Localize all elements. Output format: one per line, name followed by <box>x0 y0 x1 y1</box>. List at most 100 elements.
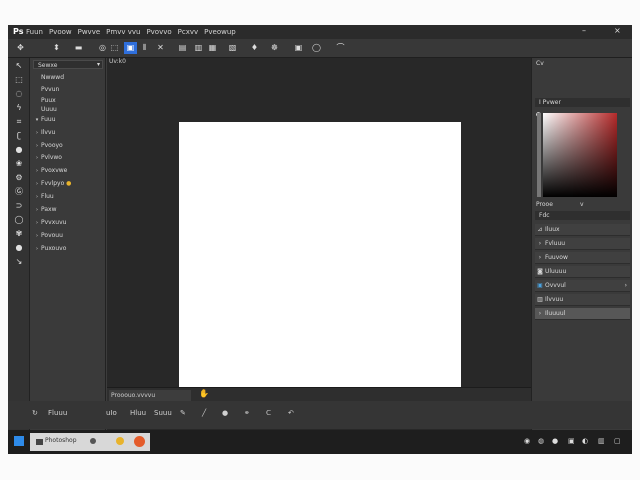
color-mode-value: v <box>580 201 584 208</box>
layer-row[interactable]: ◙ Uluuuu <box>535 266 630 278</box>
globe-icon[interactable]: ◉ <box>524 437 530 445</box>
align-left-icon[interactable]: ▬ <box>72 42 85 54</box>
align-bottom-icon[interactable]: ▦ <box>206 42 219 54</box>
history-icon[interactable]: Ⓖ <box>11 186 27 198</box>
list-item[interactable]: › Puxouvo <box>33 243 103 254</box>
move-tool-icon[interactable]: ✥ <box>14 42 27 54</box>
layer-row[interactable]: › Fuuvow <box>535 252 630 264</box>
bottom-tool[interactable]: uIo <box>106 409 117 417</box>
camera-icon[interactable]: ▣ <box>292 42 305 54</box>
brush-icon[interactable]: ❀ <box>11 158 27 170</box>
marquee-icon[interactable]: ⬚ <box>11 74 27 86</box>
list-item[interactable]: › Fluu <box>33 191 103 202</box>
orbit-icon[interactable]: ◯ <box>310 42 323 54</box>
app-icon[interactable] <box>116 437 124 445</box>
lasso-icon[interactable]: ◌ <box>11 88 27 100</box>
arrange-icon[interactable]: ✕ <box>154 42 167 54</box>
hand-icon[interactable]: ✋ <box>199 389 209 398</box>
list-item[interactable]: › Pvooyo <box>33 140 103 151</box>
align-center-icon[interactable]: ▣ <box>124 42 137 54</box>
crop-icon[interactable]: ⌗ <box>11 116 27 128</box>
list-item[interactable]: › Pvoxvwe <box>33 165 103 176</box>
loop-icon[interactable]: ↻ <box>32 409 38 417</box>
dodge-icon[interactable]: ● <box>11 242 27 254</box>
slide-icon[interactable]: ⌒ <box>334 42 347 54</box>
align-middle-icon[interactable]: ▥ <box>192 42 205 54</box>
list-item[interactable]: › Pvvxuvu <box>33 217 103 228</box>
canvas-area[interactable]: Uv:k0 Prooouo.vvvvu ✋ <box>107 58 531 430</box>
notification-icon[interactable]: ▢ <box>614 437 621 445</box>
healing-icon[interactable]: ● <box>11 144 27 156</box>
list-item[interactable]: › Paxw <box>33 204 103 215</box>
menu-item[interactable]: Pmvv vvu <box>106 28 140 36</box>
layer-row[interactable]: ⊿ Iluux <box>535 224 630 236</box>
panel-search[interactable]: Sewxe ▾ <box>33 60 103 69</box>
menu-item[interactable]: Pveowup <box>204 28 236 36</box>
list-item[interactable]: › Povouu <box>33 230 103 241</box>
move-icon[interactable]: ↖ <box>11 60 27 72</box>
bottom-tool[interactable]: Fluuu <box>48 409 67 417</box>
zoom-readout[interactable]: Prooouo.vvvvu <box>109 390 191 401</box>
gradient-icon[interactable]: ◯ <box>11 214 27 226</box>
list-item[interactable]: ▾ Fuuu <box>33 114 103 125</box>
align-top-icon[interactable]: ▤ <box>176 42 189 54</box>
speaker-icon[interactable]: ◍ <box>538 437 544 445</box>
eraser-icon[interactable]: ⊃ <box>11 200 27 212</box>
artboard[interactable] <box>179 122 461 390</box>
menu-item[interactable]: Pwvve <box>78 28 101 36</box>
color-tab[interactable]: I Pvwer <box>535 98 630 107</box>
link-icon[interactable]: ⚭ <box>244 409 250 417</box>
list-item[interactable]: Pvvun <box>33 84 103 95</box>
minimize-button[interactable]: – <box>582 26 586 35</box>
blur-icon[interactable]: ✾ <box>11 228 27 240</box>
menu-item[interactable]: Fuun <box>26 28 43 36</box>
color-field[interactable] <box>543 113 617 197</box>
auto-select-icon[interactable]: ⬍ <box>50 42 63 54</box>
list-item[interactable]: › Ilvvu <box>33 127 103 138</box>
layer-icon: ⊿ <box>537 226 543 233</box>
app-icon[interactable] <box>90 438 96 444</box>
document-tab[interactable]: Uv:k0 <box>109 58 126 65</box>
hand-icon[interactable]: ᑕ <box>266 409 271 417</box>
start-icon[interactable] <box>14 436 24 446</box>
taskbar-app-label: Photoshop <box>45 437 77 444</box>
menu-item[interactable]: Pvovvo <box>146 28 171 36</box>
bottom-tool[interactable]: Hluu <box>130 409 146 417</box>
close-button[interactable]: × <box>614 26 621 35</box>
swatches-tab[interactable]: Fdc <box>535 211 630 220</box>
list-item[interactable]: › Fvvlpyo ● <box>33 178 103 189</box>
quick-select-icon[interactable]: ϟ <box>11 102 27 114</box>
layer-row[interactable]: ▥ Ilvvuu <box>535 294 630 306</box>
clone-icon[interactable]: ⚙ <box>11 172 27 184</box>
link-icon[interactable]: ♦ <box>248 42 261 54</box>
bottom-tool[interactable]: Suuu <box>154 409 172 417</box>
hue-slider[interactable] <box>537 113 541 197</box>
pen-icon[interactable]: ↘ <box>11 256 27 268</box>
layer-row[interactable]: ▣ Ovvvul › <box>535 280 630 292</box>
panel-search-placeholder: Sewxe <box>38 62 58 69</box>
taskbar: Photoshop ◉ ◍ ● ▣ ◐ ▥ ▢ <box>8 430 632 454</box>
eyedropper-icon[interactable]: ʗ <box>11 130 27 142</box>
taskbar-app-button[interactable]: Photoshop <box>30 433 150 451</box>
brush-icon[interactable]: ✎ <box>180 409 186 417</box>
lasso-icon[interactable]: ↶ <box>288 409 294 417</box>
dot-icon[interactable]: ● <box>222 409 228 417</box>
browser-icon[interactable] <box>134 436 145 447</box>
list-item[interactable]: › Pvlvwo <box>33 152 103 163</box>
menu-item[interactable]: Pcxvv <box>178 28 199 36</box>
distribute-icon[interactable]: ⦀ <box>138 42 151 54</box>
3d-mode-icon[interactable]: ☸ <box>268 42 281 54</box>
layer-row[interactable]: › Fvluuu <box>535 238 630 250</box>
battery-icon[interactable]: ▣ <box>568 437 575 445</box>
photoshop-window: Ps Fuun Pvoow Pwvve Pmvv vvu Pvovvo Pcxv… <box>8 25 632 454</box>
notification-icon[interactable]: ◐ <box>582 437 588 445</box>
clock-icon[interactable]: ▥ <box>598 437 605 445</box>
distribute-h-icon[interactable]: ▧ <box>226 42 239 54</box>
bottom-toolbar: ↻ Fluuu uIo Hluu Suuu ✎ ╱ ● ⚭ ᑕ ↶ <box>8 401 632 429</box>
select-icon[interactable]: ⬚ <box>108 42 121 54</box>
layer-row-selected[interactable]: › Iluuuul <box>535 308 630 320</box>
network-icon[interactable]: ● <box>552 437 558 445</box>
path-icon[interactable]: ╱ <box>202 409 206 417</box>
menu-item[interactable]: Pvoow <box>49 28 72 36</box>
panel-menu-icon[interactable]: ▾ <box>97 61 100 68</box>
